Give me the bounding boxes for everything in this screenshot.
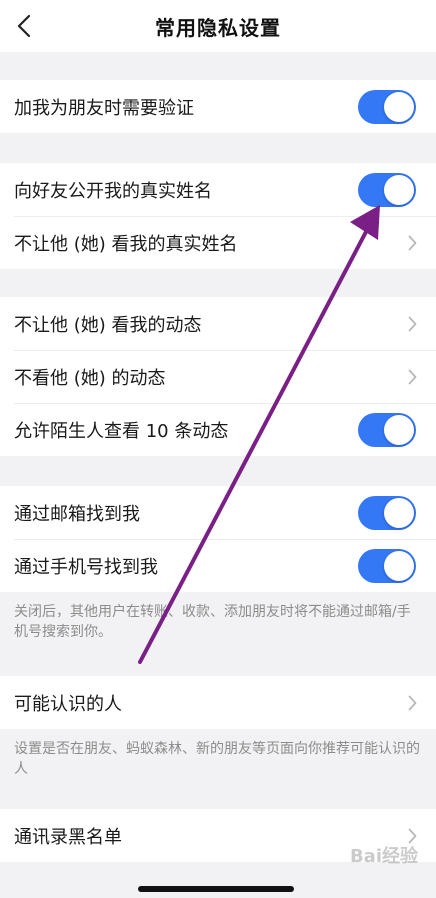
row-label: 不让他 (她) 看我的动态 — [14, 314, 202, 336]
chevron-right-icon — [406, 315, 418, 333]
row-label: 不看他 (她) 的动态 — [14, 367, 166, 389]
row-friend-verification: 加我为朋友时需要验证 — [0, 80, 436, 133]
chevron-right-icon — [406, 827, 418, 845]
row-contacts-blacklist[interactable]: 通讯录黑名单 — [0, 809, 436, 862]
page-title: 常用隐私设置 — [155, 15, 281, 40]
chevron-right-icon — [406, 694, 418, 712]
row-people-you-may-know[interactable]: 可能认识的人 — [0, 676, 436, 729]
group-find-me: 通过邮箱找到我 通过手机号找到我 — [0, 486, 436, 592]
row-label: 向好友公开我的真实姓名 — [14, 180, 212, 202]
row-label: 不让他 (她) 看我的真实姓名 — [14, 233, 238, 255]
group-people-you-may-know: 可能认识的人 — [0, 676, 436, 729]
nav-bar: 常用隐私设置 — [0, 0, 436, 52]
people-you-may-know-hint: 设置是否在朋友、蚂蚁森林、新的朋友等页面向你推荐可能认识的人 — [14, 741, 420, 777]
row-label: 允许陌生人查看 10 条动态 — [14, 420, 229, 442]
find-by-phone-toggle[interactable] — [358, 548, 416, 583]
row-label: 加我为朋友时需要验证 — [14, 97, 194, 119]
show-real-name-toggle[interactable] — [358, 172, 416, 207]
row-stranger-moments: 允许陌生人查看 10 条动态 — [0, 403, 436, 456]
group-blacklist: 通讯录黑名单 — [0, 809, 436, 862]
group-real-name: 向好友公开我的真实姓名 不让他 (她) 看我的真实姓名 — [0, 163, 436, 269]
group-friend-verification: 加我为朋友时需要验证 — [0, 80, 436, 133]
back-button[interactable] — [10, 12, 38, 40]
row-hide-real-name[interactable]: 不让他 (她) 看我的真实姓名 — [0, 216, 436, 269]
chevron-left-icon — [17, 14, 31, 38]
row-label: 可能认识的人 — [14, 693, 122, 715]
row-find-by-email: 通过邮箱找到我 — [0, 486, 436, 539]
stranger-moments-toggle[interactable] — [358, 412, 416, 447]
row-label: 通过手机号找到我 — [14, 556, 158, 578]
home-indicator — [138, 886, 294, 892]
row-label: 通过邮箱找到我 — [14, 503, 140, 525]
row-find-by-phone: 通过手机号找到我 — [0, 539, 436, 592]
find-me-hint: 关闭后，其他用户在转账、收款、添加朋友时将不能通过邮箱/手机号搜索到你。 — [14, 604, 411, 640]
chevron-right-icon — [406, 234, 418, 252]
chevron-right-icon — [406, 368, 418, 386]
row-hide-my-moments[interactable]: 不让他 (她) 看我的动态 — [0, 297, 436, 350]
friend-verification-toggle[interactable] — [358, 89, 416, 124]
group-moments: 不让他 (她) 看我的动态 不看他 (她) 的动态 允许陌生人查看 10 条动态 — [0, 297, 436, 456]
find-by-email-toggle[interactable] — [358, 495, 416, 530]
row-label: 通讯录黑名单 — [14, 826, 122, 848]
row-hide-their-moments[interactable]: 不看他 (她) 的动态 — [0, 350, 436, 403]
row-show-real-name: 向好友公开我的真实姓名 — [0, 163, 436, 216]
